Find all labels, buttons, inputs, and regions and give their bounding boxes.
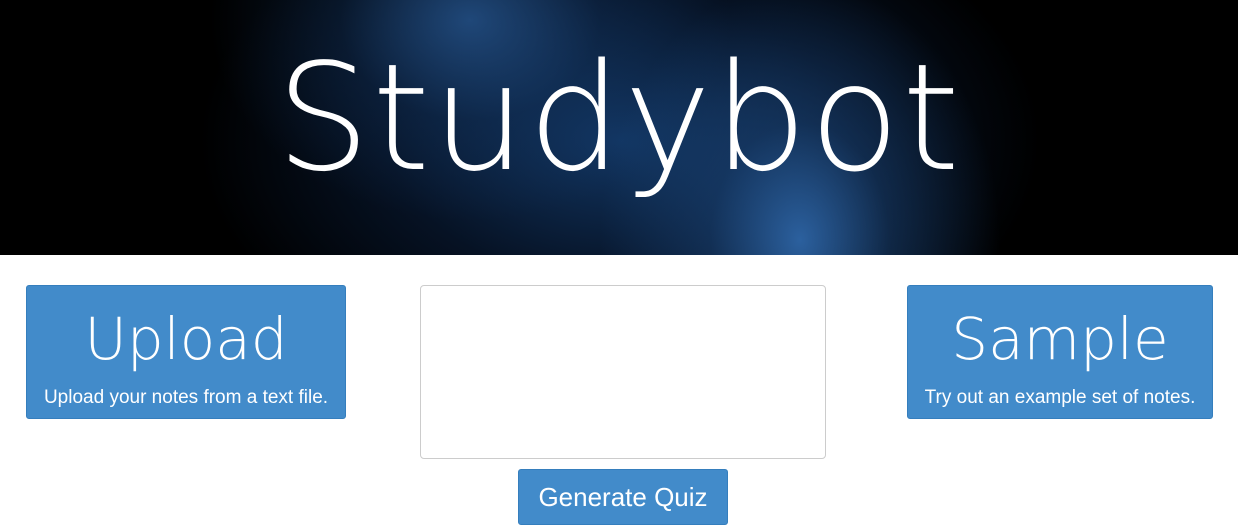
page-title: Studybot [276,32,962,204]
sample-button-subtitle: Try out an example set of notes. [924,387,1196,408]
generate-quiz-button[interactable]: Generate Quiz [518,469,728,525]
upload-button[interactable]: Upload Upload your notes from a text fil… [26,285,346,419]
upload-button-title: Upload [84,305,288,373]
hero-banner: Studybot [0,0,1238,255]
sample-button[interactable]: Sample Try out an example set of notes. [907,285,1213,419]
sample-button-title: Sample [951,305,1169,373]
upload-button-subtitle: Upload your notes from a text file. [43,387,329,408]
notes-textarea[interactable] [420,285,826,459]
